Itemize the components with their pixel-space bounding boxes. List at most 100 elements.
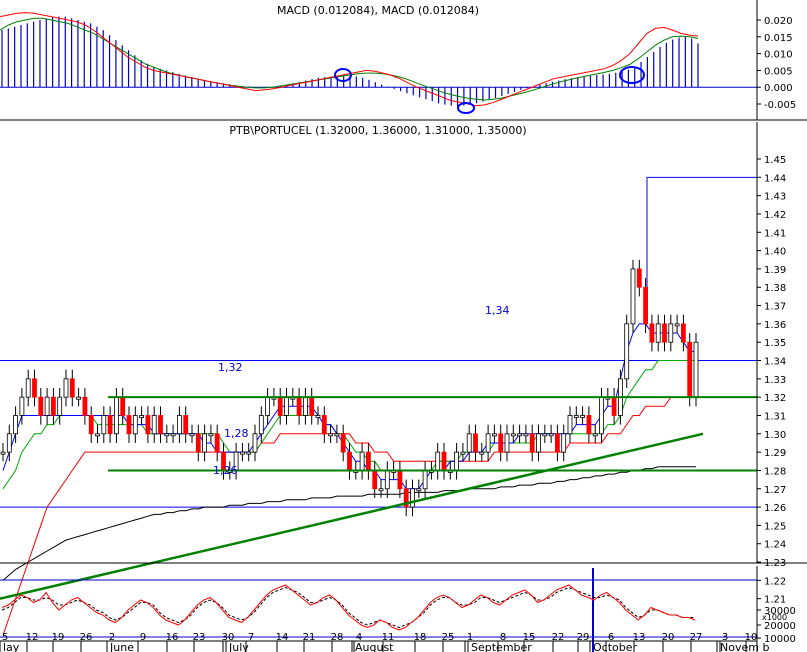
price-channel bbox=[0, 396, 757, 600]
candle-up bbox=[567, 415, 573, 435]
candle-down bbox=[529, 433, 535, 453]
candle-up bbox=[328, 433, 334, 437]
price-title: PTB\PORTUCEL (1.32000, 1.36000, 1.31000,… bbox=[229, 124, 526, 137]
candle-up bbox=[19, 396, 25, 416]
price-tick-label: 1.45 bbox=[764, 155, 786, 166]
candle-up bbox=[139, 415, 145, 418]
candle-down bbox=[82, 396, 88, 416]
price-panel: PTB\PORTUCEL (1.32000, 1.36000, 1.31000,… bbox=[0, 124, 786, 636]
price-candles bbox=[0, 259, 699, 517]
price-tick-label: 1.22 bbox=[764, 576, 786, 587]
volume-multiplier: x1000 bbox=[762, 613, 787, 622]
candle-down bbox=[195, 433, 201, 453]
x-day-label: 20 bbox=[662, 632, 675, 643]
panel-borders bbox=[0, 0, 807, 652]
candle-up bbox=[202, 433, 208, 453]
macd-line bbox=[0, 12, 699, 107]
macd-tick-label: 0.015 bbox=[764, 33, 793, 44]
candle-up bbox=[57, 396, 63, 416]
candle-down bbox=[498, 433, 504, 453]
macd-lines bbox=[0, 12, 699, 107]
macd-circle bbox=[457, 102, 475, 114]
candle-up bbox=[208, 433, 214, 437]
candle-down bbox=[365, 451, 371, 471]
candle-down bbox=[372, 470, 378, 490]
candle-up bbox=[359, 451, 365, 471]
candle-up bbox=[517, 433, 522, 437]
x-day-label: 25 bbox=[442, 632, 455, 643]
candle-down bbox=[214, 433, 220, 453]
candle-down bbox=[296, 396, 302, 416]
macd-signal-line bbox=[0, 17, 699, 101]
candle-up bbox=[164, 433, 170, 437]
candle-down bbox=[397, 470, 403, 490]
x-day-label: 21 bbox=[303, 632, 316, 643]
candle-up bbox=[114, 396, 119, 435]
x-day-label: 9 bbox=[140, 632, 146, 643]
candle-down bbox=[120, 396, 126, 416]
candle-down bbox=[107, 415, 113, 435]
candle-up bbox=[479, 451, 485, 455]
price-tick-label: 1.33 bbox=[764, 375, 786, 386]
candle-up bbox=[101, 415, 107, 435]
candle-down bbox=[662, 323, 667, 343]
candle-up bbox=[674, 323, 680, 327]
annotation-1-34: 1,34 bbox=[485, 304, 510, 317]
price-tick-label: 1.32 bbox=[764, 393, 786, 404]
candle-up bbox=[284, 396, 289, 416]
macd-tick-label: 0.020 bbox=[764, 16, 793, 27]
stock-chart: MACD (0.012084), MACD (0.012084) 0.0200.… bbox=[0, 0, 807, 652]
x-axis: 5 12 19 26 2 9 16 23 30 7 14 21 28 4 11 18 25 1 8 15 22 29 6 13… bbox=[0, 632, 769, 652]
candle-down bbox=[347, 451, 352, 471]
candle-down bbox=[441, 451, 447, 471]
x-month-label: September bbox=[471, 641, 532, 652]
candle-up bbox=[422, 470, 428, 490]
candle-down bbox=[473, 433, 478, 453]
candle-down bbox=[321, 415, 327, 435]
candle-up bbox=[573, 415, 579, 418]
x-day-label: 23 bbox=[193, 632, 206, 643]
price-tick-label: 1.29 bbox=[764, 448, 786, 459]
annotation-1-26: 1,26 bbox=[213, 464, 238, 477]
candle-up bbox=[258, 415, 264, 435]
macd-histogram bbox=[0, 16, 757, 107]
candle-up bbox=[668, 323, 674, 343]
volume-panel: 300002000010000 x1000 bbox=[0, 568, 796, 652]
x-day-label: 27 bbox=[690, 632, 703, 643]
volume-y-axis: 300002000010000 bbox=[0, 568, 796, 652]
macd-y-axis: 0.020 0.015 0.010 0.005 0.000 -0.005 bbox=[757, 16, 796, 111]
x-month-label: July bbox=[228, 641, 249, 652]
x-month-label: June bbox=[109, 641, 134, 652]
candle-up bbox=[548, 433, 554, 437]
price-tick-label: 1.40 bbox=[764, 247, 786, 258]
candle-down bbox=[340, 433, 346, 453]
candle-down bbox=[687, 341, 693, 398]
candle-up bbox=[132, 415, 138, 435]
candle-down bbox=[611, 396, 617, 416]
price-tick-label: 1.42 bbox=[764, 210, 786, 221]
candle-down bbox=[158, 415, 163, 435]
price-tick-label: 1.21 bbox=[764, 595, 786, 606]
candle-up bbox=[536, 433, 541, 453]
x-day-label: 22 bbox=[552, 632, 565, 643]
candle-up bbox=[63, 378, 69, 398]
price-tick-label: 1.34 bbox=[764, 357, 786, 368]
macd-tick-label: 0.005 bbox=[764, 66, 793, 77]
x-day-label: 19 bbox=[52, 632, 65, 643]
x-day-label: 28 bbox=[331, 632, 344, 643]
volume-signal-line bbox=[1, 586, 695, 629]
candle-down bbox=[681, 323, 686, 343]
x-day-label: 18 bbox=[414, 632, 427, 643]
candle-up bbox=[485, 433, 491, 453]
price-tick-label: 1.31 bbox=[764, 411, 786, 422]
candle-down bbox=[145, 415, 151, 435]
x-month-label: lay bbox=[3, 641, 20, 652]
candle-up bbox=[504, 433, 510, 453]
candle-down bbox=[38, 396, 44, 416]
candle-down bbox=[636, 268, 642, 288]
candle-down bbox=[309, 396, 315, 416]
x-day-label: 16 bbox=[166, 632, 179, 643]
candle-up bbox=[239, 451, 245, 455]
volume-line bbox=[1, 584, 696, 631]
annotation-1-28: 1,28 bbox=[224, 427, 249, 440]
